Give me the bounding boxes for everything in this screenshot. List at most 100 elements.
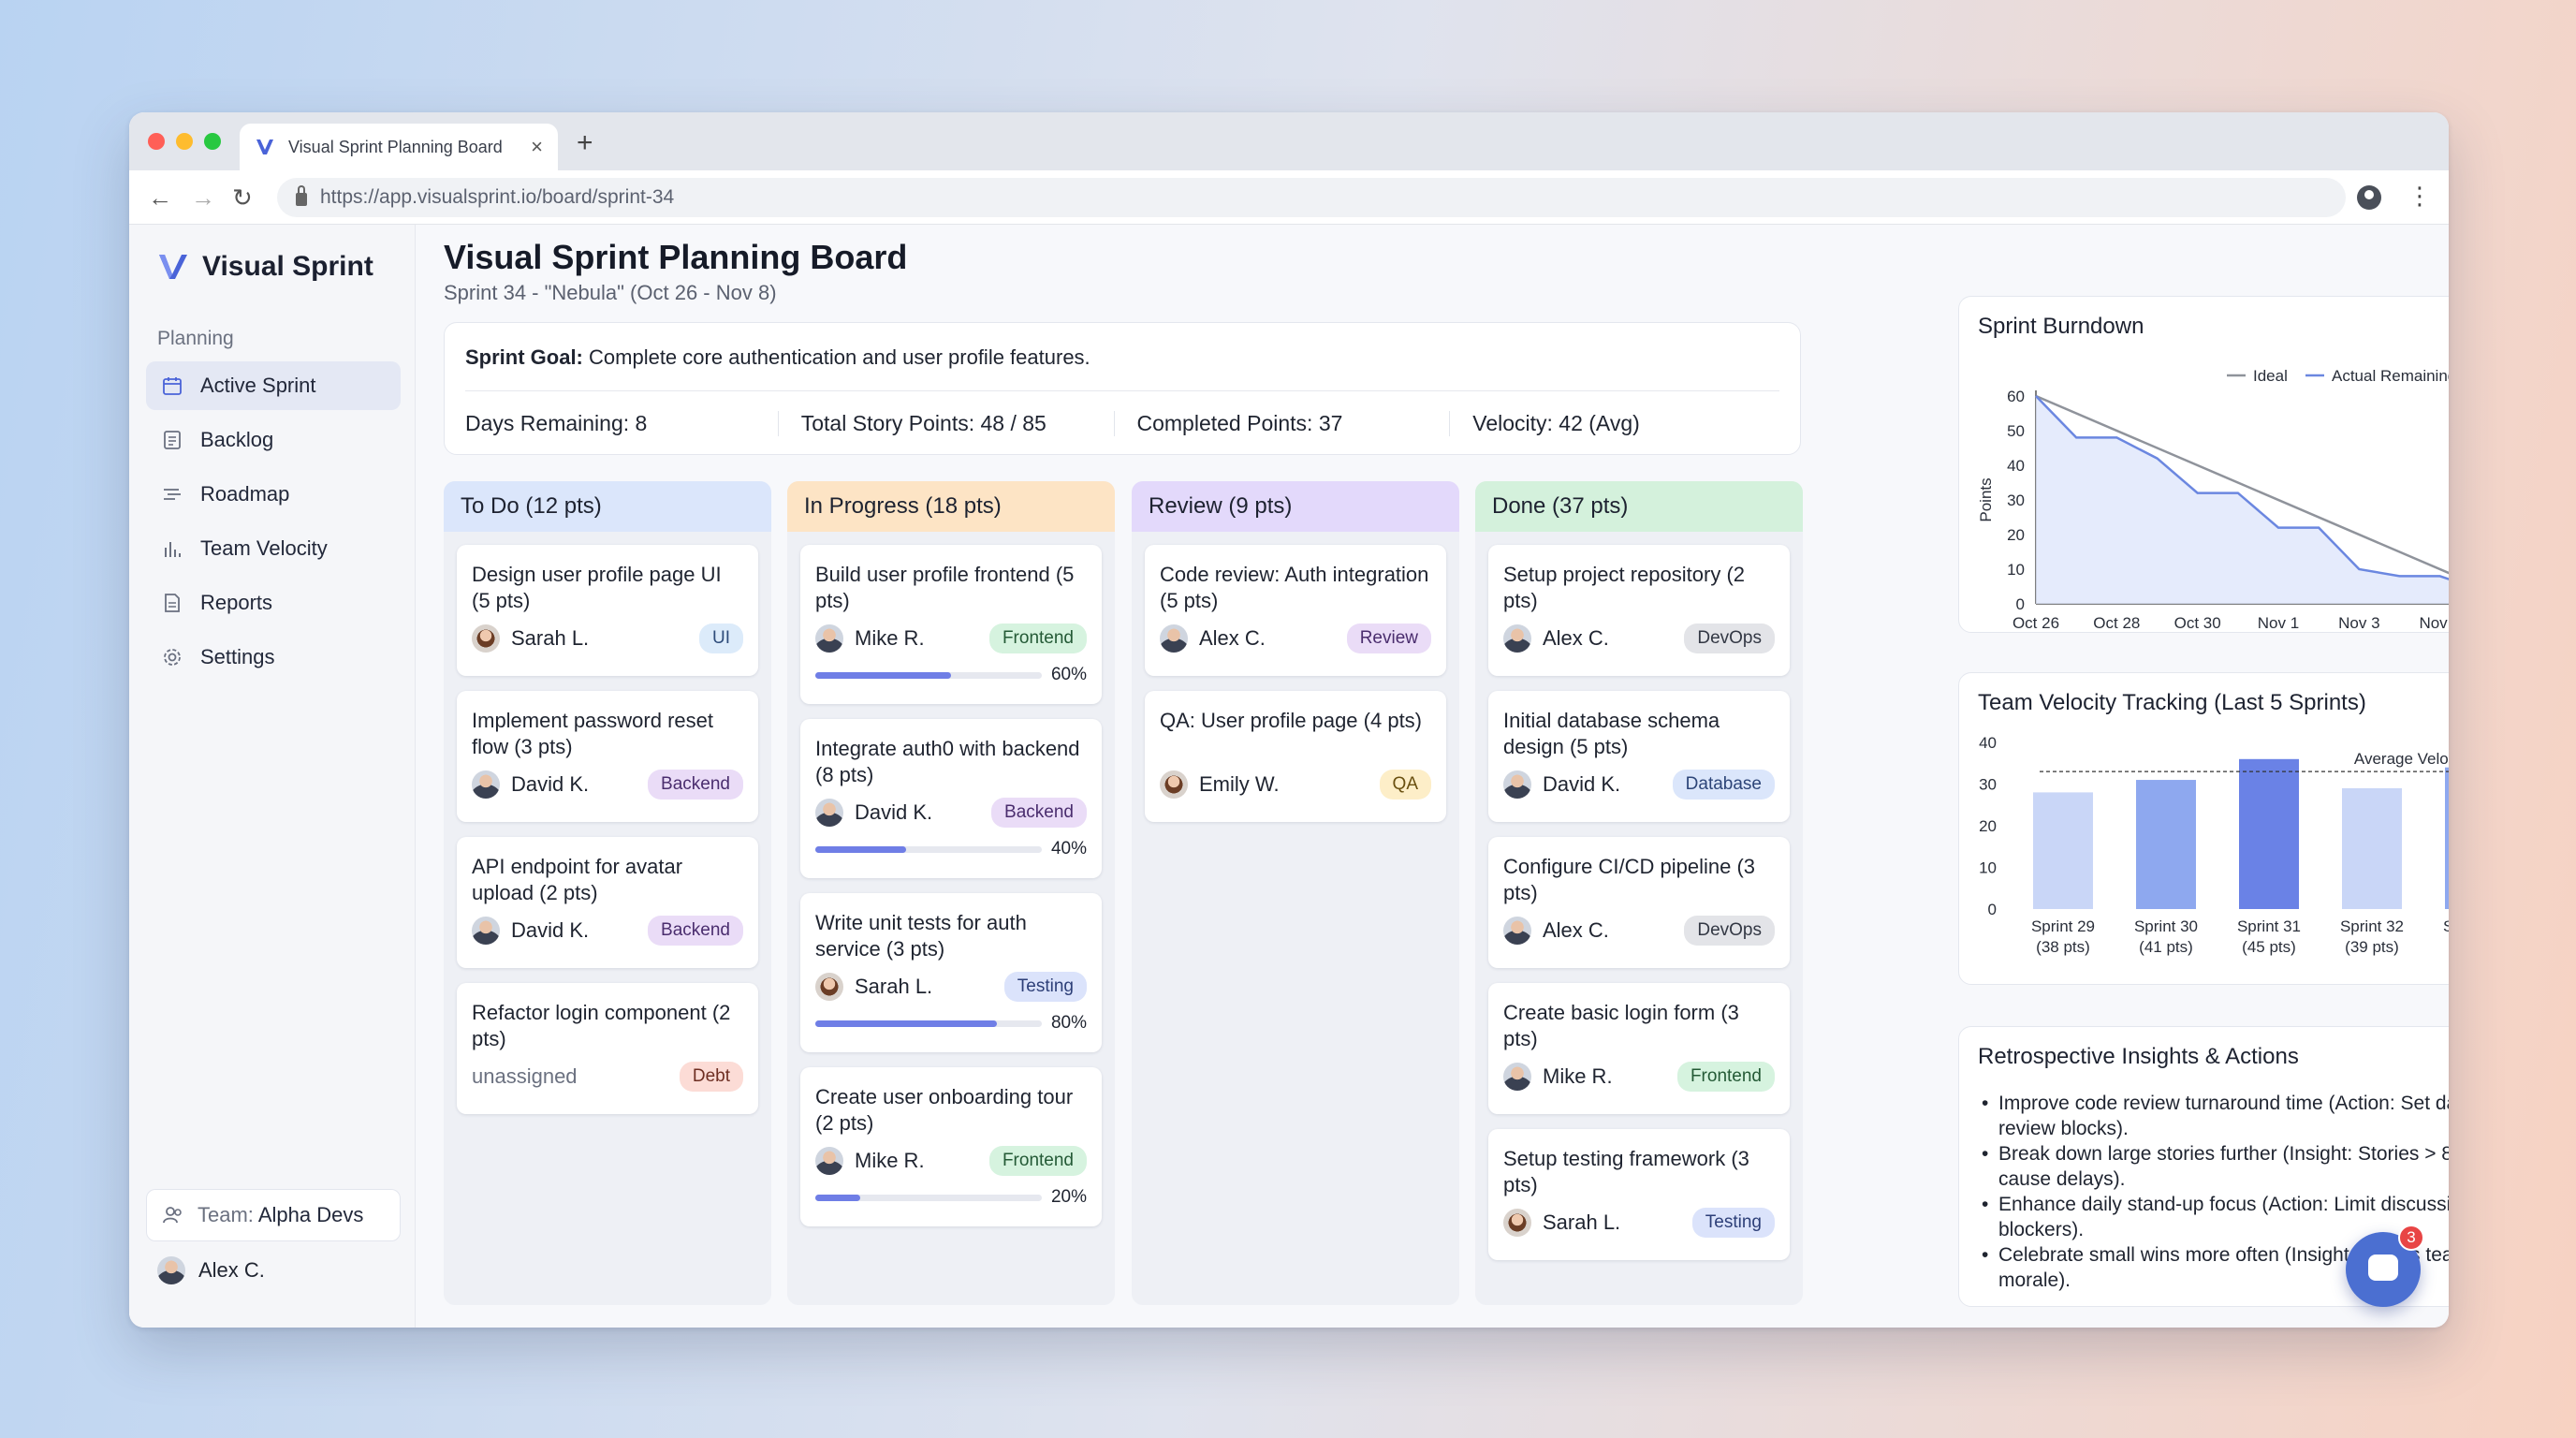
x-tick-label: Oct 28 [2093,614,2140,632]
bar-chart-icon [161,537,183,560]
task-tag[interactable]: Backend [991,798,1087,828]
task-tag[interactable]: Testing [1691,1208,1775,1238]
avatar [1503,917,1531,945]
task-tag[interactable]: UI [699,624,743,653]
column-header[interactable]: Review (9 pts) [1132,481,1459,532]
y-tick-label: 20 [1979,817,1997,835]
main-content: Visual Sprint Planning Board Sprint 34 -… [416,225,2449,1328]
brand-name: Visual Sprint [202,251,373,282]
x-tick-label: Oct 30 [2174,614,2221,632]
current-user[interactable]: Alex C. [157,1256,265,1284]
task-meta: Emily W. QA [1160,770,1431,800]
minimize-window-button[interactable] [176,133,193,150]
task-progress: 80% [815,1013,1087,1034]
task-tag[interactable]: Frontend [988,1146,1087,1176]
avatar [1160,770,1188,799]
task-tag[interactable]: Backend [648,770,743,800]
close-window-button[interactable] [148,133,165,150]
task-card[interactable]: Create user onboarding tour (2 pts) Mike … [800,1067,1102,1226]
task-meta: David K. Backend [472,916,743,946]
y-tick-label: 40 [1979,734,1997,752]
task-card[interactable]: QA: User profile page (4 pts) Emily W. QA [1145,691,1446,822]
browser-window: Visual Sprint Planning Board × + ← → ↻ h… [129,112,2449,1328]
team-selector[interactable]: Team: Alpha Devs [146,1189,401,1241]
task-card[interactable]: Setup project repository (2 pts) Alex C. D… [1488,545,1790,676]
sidebar-item-label: Reports [200,591,273,614]
y-tick-label: 20 [2007,526,2025,544]
assignee-name: Mike R. [855,626,925,650]
task-title: Configure CI/CD pipeline (3 pts) [1503,855,1756,904]
progress-fill [815,1020,997,1027]
url-bar[interactable]: https://app.visualsprint.io/board/sprint… [277,178,2346,217]
task-tag[interactable]: Database [1672,770,1775,800]
brand[interactable]: Visual Sprint [157,251,373,283]
sidebar-item-roadmap[interactable]: Roadmap [146,470,401,519]
task-card[interactable]: Create basic login form (3 pts) Mike R. Fr… [1488,983,1790,1114]
task-card[interactable]: API endpoint for avatar upload (2 pts) Da… [457,837,758,968]
chat-button[interactable]: 3 [2346,1225,2424,1307]
x-tick-label: Nov 3 [2338,614,2379,632]
sidebar-item-label: Backlog [200,428,274,451]
task-tag[interactable]: Testing [1003,972,1087,1002]
browser-tab[interactable]: Visual Sprint Planning Board × [240,124,558,170]
report-icon [161,592,183,614]
sprint-goal-text: Complete core authentication and user pr… [589,345,1090,369]
section-label: Planning [157,328,234,349]
velocity-bar [2033,792,2093,909]
sidebar-item-settings[interactable]: Settings [146,633,401,682]
velocity-bar [2342,787,2402,909]
sidebar-item-backlog[interactable]: Backlog [146,416,401,464]
task-card[interactable]: Configure CI/CD pipeline (3 pts) Alex C. D… [1488,837,1790,968]
sidebar-item-label: Roadmap [200,482,290,506]
task-title: QA: User profile page (4 pts) [1160,709,1423,732]
task-card[interactable]: Integrate auth0 with backend (8 pts) Davi… [800,719,1102,878]
task-card[interactable]: Design user profile page UI (5 pts) Sarah… [457,545,758,676]
more-menu-icon[interactable]: ⋮ [2408,182,2432,211]
task-card[interactable]: Code review: Auth integration (5 pts) Ale… [1145,545,1446,676]
new-tab-icon[interactable]: + [577,127,593,159]
sidebar-item-label: Team Velocity [200,536,328,560]
task-progress: 20% [815,1187,1087,1208]
task-tag[interactable]: Frontend [1676,1062,1775,1092]
x-tick-label: Sprint 31 [2237,917,2301,935]
account-icon[interactable] [2357,185,2381,210]
y-tick-label: 60 [2007,388,2025,405]
column-header[interactable]: In Progress (18 pts) [787,481,1115,532]
x-tick-label: Sprint 30 [2134,917,2198,935]
task-tag[interactable]: DevOps [1684,916,1775,946]
task-tag[interactable]: QA [1379,770,1431,800]
task-card[interactable]: Initial database schema design (5 pts) Da… [1488,691,1790,822]
x-tick-label: Nov 1 [2258,614,2299,632]
task-card[interactable]: Implement password reset flow (3 pts) Dav… [457,691,758,822]
task-tag[interactable]: DevOps [1684,624,1775,653]
task-card[interactable]: Write unit tests for auth service (3 pts… [800,893,1102,1052]
task-meta: Sarah L. Testing [815,972,1087,1002]
task-tag[interactable]: Backend [648,916,743,946]
close-tab-icon[interactable]: × [531,135,543,159]
x-tick-label: Nov 5 [2419,614,2449,632]
task-card[interactable]: Setup testing framework (3 pts) Sarah L. T… [1488,1129,1790,1260]
task-card[interactable]: Build user profile frontend (5 pts) Mike … [800,545,1102,704]
task-tag[interactable]: Review [1346,624,1431,653]
app-root: Visual Sprint Planning Active Sprint Back… [129,225,2449,1328]
task-progress: 40% [815,839,1087,859]
forward-icon[interactable]: → [191,183,215,213]
sidebar-item-team-velocity[interactable]: Team Velocity [146,524,401,573]
progress-fill [815,845,906,853]
column-header[interactable]: Done (37 pts) [1475,481,1803,532]
maximize-window-button[interactable] [204,133,221,150]
column-header[interactable]: To Do (12 pts) [444,481,771,532]
sidebar-item-reports[interactable]: Reports [146,579,401,627]
avatar [1503,624,1531,653]
back-icon[interactable]: ← [148,183,172,213]
task-progress: 60% [815,665,1087,685]
task-card[interactable]: Refactor login component (2 pts) unassign… [457,983,758,1114]
logo-icon [159,255,187,279]
legend-ideal-label: Ideal [2253,367,2288,385]
sidebar-item-active-sprint[interactable]: Active Sprint [146,361,401,410]
task-meta: Mike R. Frontend [815,624,1087,653]
task-tag[interactable]: Debt [679,1062,743,1092]
reload-icon[interactable]: ↻ [232,183,253,213]
avatar [815,973,843,1001]
task-tag[interactable]: Frontend [988,624,1087,653]
